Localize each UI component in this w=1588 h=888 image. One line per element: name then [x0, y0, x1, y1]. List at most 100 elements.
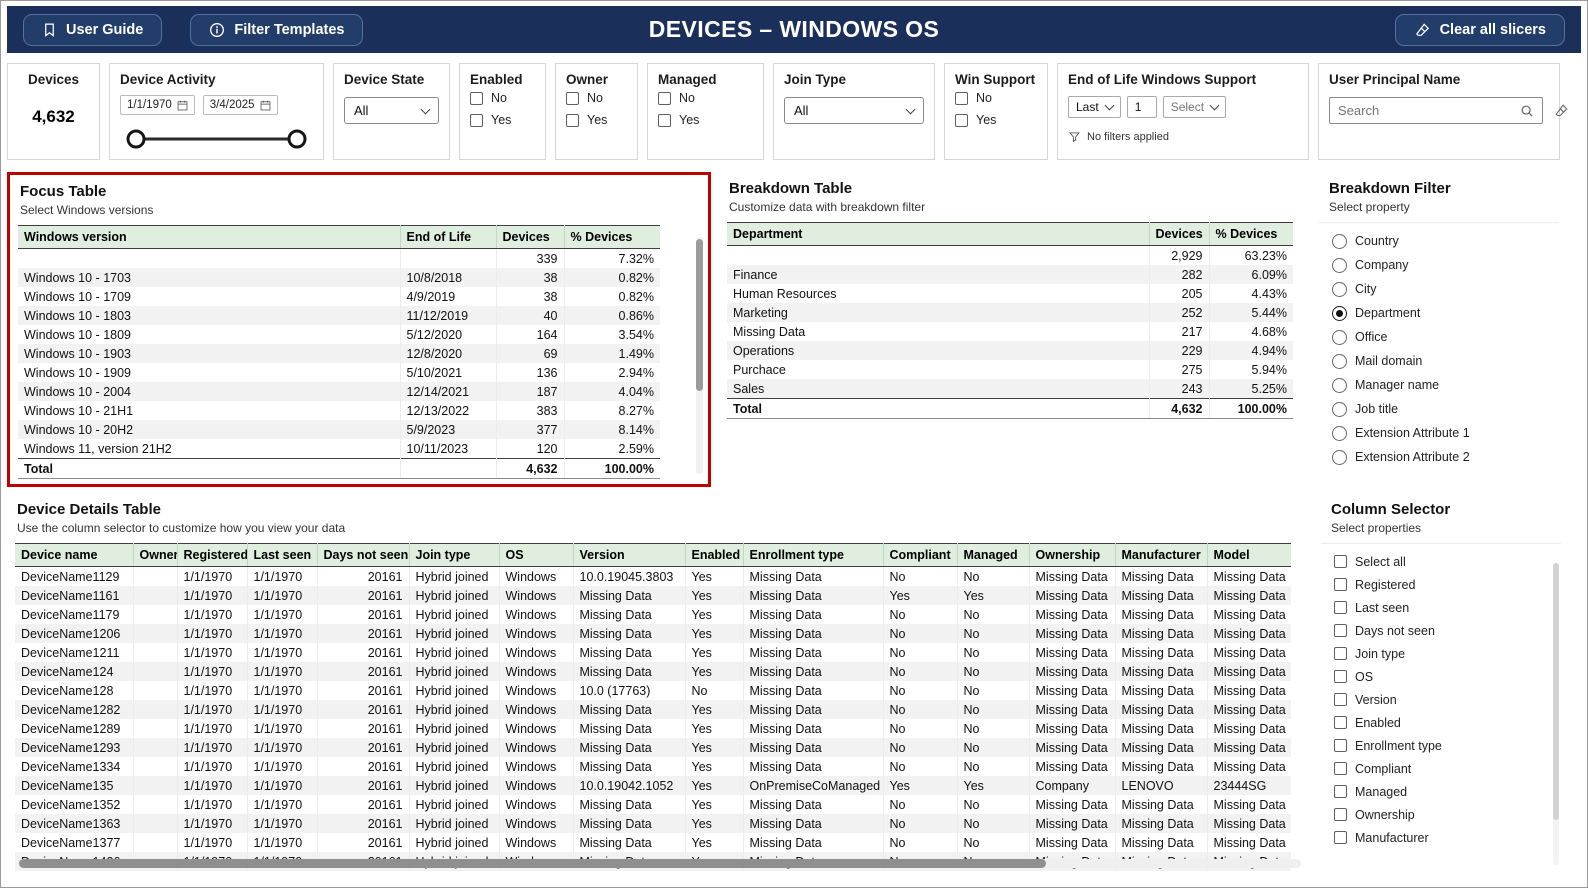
table-row[interactable]: DeviceName13631/1/19701/1/197020161Hybri… — [15, 814, 1291, 833]
scrollbar-thumb[interactable] — [19, 859, 1046, 868]
radio-option-extension-attribute-1[interactable]: Extension Attribute 1 — [1332, 421, 1546, 445]
column-header-devices[interactable]: Devices — [496, 226, 564, 249]
checkbox-option-select-all[interactable]: Select all — [1334, 550, 1548, 573]
column-header-ownership[interactable]: Ownership — [1029, 544, 1115, 567]
start-date-input[interactable]: 1/1/1970 — [120, 95, 195, 115]
clear-search-eraser-icon[interactable] — [1553, 103, 1570, 118]
table-row[interactable]: Windows 10 - 19095/10/20211362.94% — [18, 363, 660, 382]
user-guide-button[interactable]: User Guide — [23, 14, 162, 46]
checkbox-option-manufacturer[interactable]: Manufacturer — [1334, 826, 1548, 849]
eol-last-dropdown[interactable]: Last — [1068, 96, 1121, 118]
checkbox-option-yes[interactable]: Yes — [566, 109, 627, 131]
table-row[interactable]: Windows 10 - 17094/9/2019380.82% — [18, 287, 660, 306]
radio-option-department[interactable]: Department — [1332, 301, 1546, 325]
radio-option-company[interactable]: Company — [1332, 253, 1546, 277]
scrollbar-thumb[interactable] — [1553, 563, 1559, 820]
device-state-dropdown[interactable]: All — [344, 97, 439, 124]
column-header-devices[interactable]: % Devices — [1209, 223, 1293, 246]
checkbox-option-yes[interactable]: Yes — [658, 109, 753, 131]
checkbox-option-join-type[interactable]: Join type — [1334, 642, 1548, 665]
table-row[interactable]: Sales2435.25% — [727, 379, 1293, 399]
column-header-os[interactable]: OS — [499, 544, 573, 567]
column-header-end-of-life[interactable]: End of Life — [400, 226, 496, 249]
column-header-device-name[interactable]: Device name — [15, 544, 133, 567]
table-row[interactable]: DeviceName13521/1/19701/1/197020161Hybri… — [15, 795, 1291, 814]
checkbox-option-version[interactable]: Version — [1334, 688, 1548, 711]
checkbox-option-os[interactable]: OS — [1334, 665, 1548, 688]
table-row[interactable]: DeviceName12821/1/19701/1/197020161Hybri… — [15, 700, 1291, 719]
checkbox-option-ownership[interactable]: Ownership — [1334, 803, 1548, 826]
filter-templates-button[interactable]: Filter Templates — [190, 14, 363, 46]
table-row[interactable]: DeviceName12111/1/19701/1/197020161Hybri… — [15, 643, 1291, 662]
checkbox-option-enrollment-type[interactable]: Enrollment type — [1334, 734, 1548, 757]
column-header-department[interactable]: Department — [727, 223, 1149, 246]
table-row[interactable]: DeviceName12061/1/19701/1/197020161Hybri… — [15, 624, 1291, 643]
table-row[interactable]: Finance2826.09% — [727, 265, 1293, 284]
table-row[interactable]: Marketing2525.44% — [727, 303, 1293, 322]
checkbox-option-registered[interactable]: Registered — [1334, 573, 1548, 596]
radio-option-country[interactable]: Country — [1332, 229, 1546, 253]
column-header-managed[interactable]: Managed — [957, 544, 1029, 567]
column-header-join-type[interactable]: Join type — [409, 544, 499, 567]
column-header-windows-version[interactable]: Windows version — [18, 226, 400, 249]
checkbox-option-days-not-seen[interactable]: Days not seen — [1334, 619, 1548, 642]
column-header-last-seen[interactable]: Last seen — [247, 544, 317, 567]
table-row[interactable]: Windows 10 - 18095/12/20201643.54% — [18, 325, 660, 344]
table-row[interactable]: DeviceName11791/1/19701/1/197020161Hybri… — [15, 605, 1291, 624]
radio-option-manager-name[interactable]: Manager name — [1332, 373, 1546, 397]
radio-option-mail-domain[interactable]: Mail domain — [1332, 349, 1546, 373]
table-row[interactable]: Windows 10 - 190312/8/2020691.49% — [18, 344, 660, 363]
column-header-version[interactable]: Version — [573, 544, 685, 567]
slider-handle-start[interactable] — [127, 130, 146, 149]
table-row[interactable]: DeviceName13341/1/19701/1/197020161Hybri… — [15, 757, 1291, 776]
checkbox-option-yes[interactable]: Yes — [470, 109, 535, 131]
table-row[interactable]: DeviceName1281/1/19701/1/197020161Hybrid… — [15, 681, 1291, 700]
table-row[interactable]: Windows 10 - 200412/14/20211874.04% — [18, 382, 660, 401]
table-row[interactable]: Windows 10 - 180311/12/2019400.86% — [18, 306, 660, 325]
column-header-compliant[interactable]: Compliant — [883, 544, 957, 567]
table-row[interactable]: DeviceName12891/1/19701/1/197020161Hybri… — [15, 719, 1291, 738]
scrollbar-thumb[interactable] — [696, 239, 703, 391]
table-row[interactable]: Operations2294.94% — [727, 341, 1293, 360]
upn-search-input[interactable] — [1338, 103, 1514, 118]
table-row[interactable]: Windows 10 - 170310/8/2018380.82% — [18, 268, 660, 287]
table-row[interactable]: Windows 10 - 20H25/9/20233778.14% — [18, 420, 660, 439]
radio-option-city[interactable]: City — [1332, 277, 1546, 301]
radio-option-extension-attribute-2[interactable]: Extension Attribute 2 — [1332, 445, 1546, 469]
checkbox-option-no[interactable]: No — [566, 87, 627, 109]
column-header-enrollment-type[interactable]: Enrollment type — [743, 544, 883, 567]
table-row[interactable]: Missing Data2174.68% — [727, 322, 1293, 341]
column-header-manufacturer[interactable]: Manufacturer — [1115, 544, 1207, 567]
radio-option-office[interactable]: Office — [1332, 325, 1546, 349]
table-row[interactable]: Windows 11, version 21H210/11/20231202.5… — [18, 439, 660, 459]
checkbox-option-yes[interactable]: Yes — [955, 109, 1037, 131]
column-header-model[interactable]: Model — [1207, 544, 1291, 567]
table-row[interactable]: DeviceName1241/1/19701/1/197020161Hybrid… — [15, 662, 1291, 681]
table-row[interactable]: DeviceName13771/1/19701/1/197020161Hybri… — [15, 833, 1291, 852]
checkbox-option-no[interactable]: No — [955, 87, 1037, 109]
table-row[interactable]: Purchace2755.94% — [727, 360, 1293, 379]
checkbox-option-no[interactable]: No — [470, 87, 535, 109]
column-header-devices[interactable]: % Devices — [564, 226, 660, 249]
checkbox-option-no[interactable]: No — [658, 87, 753, 109]
checkbox-option-managed[interactable]: Managed — [1334, 780, 1548, 803]
table-row[interactable]: Human Resources2054.43% — [727, 284, 1293, 303]
radio-option-job-title[interactable]: Job title — [1332, 397, 1546, 421]
clear-all-slicers-button[interactable]: Clear all slicers — [1395, 14, 1565, 46]
join-type-dropdown[interactable]: All — [784, 97, 924, 124]
checkbox-option-compliant[interactable]: Compliant — [1334, 757, 1548, 780]
table-row[interactable]: 2,92963.23% — [727, 246, 1293, 266]
column-header-days-not-seen[interactable]: Days not seen — [317, 544, 409, 567]
table-row[interactable]: Windows 10 - 21H112/13/20223838.27% — [18, 401, 660, 420]
slider-handle-end[interactable] — [288, 130, 307, 149]
checkbox-option-enabled[interactable]: Enabled — [1334, 711, 1548, 734]
table-row[interactable]: DeviceName11291/1/19701/1/197020161Hybri… — [15, 567, 1291, 587]
table-row[interactable]: DeviceName11611/1/19701/1/197020161Hybri… — [15, 586, 1291, 605]
table-row[interactable]: 3397.32% — [18, 249, 660, 269]
checkbox-option-last-seen[interactable]: Last seen — [1334, 596, 1548, 619]
eol-number-input[interactable]: 1 — [1127, 96, 1157, 118]
column-header-enabled[interactable]: Enabled — [685, 544, 743, 567]
column-header-devices[interactable]: Devices — [1149, 223, 1209, 246]
eol-unit-dropdown[interactable]: Select — [1163, 96, 1226, 118]
column-header-owner[interactable]: Owner — [133, 544, 177, 567]
